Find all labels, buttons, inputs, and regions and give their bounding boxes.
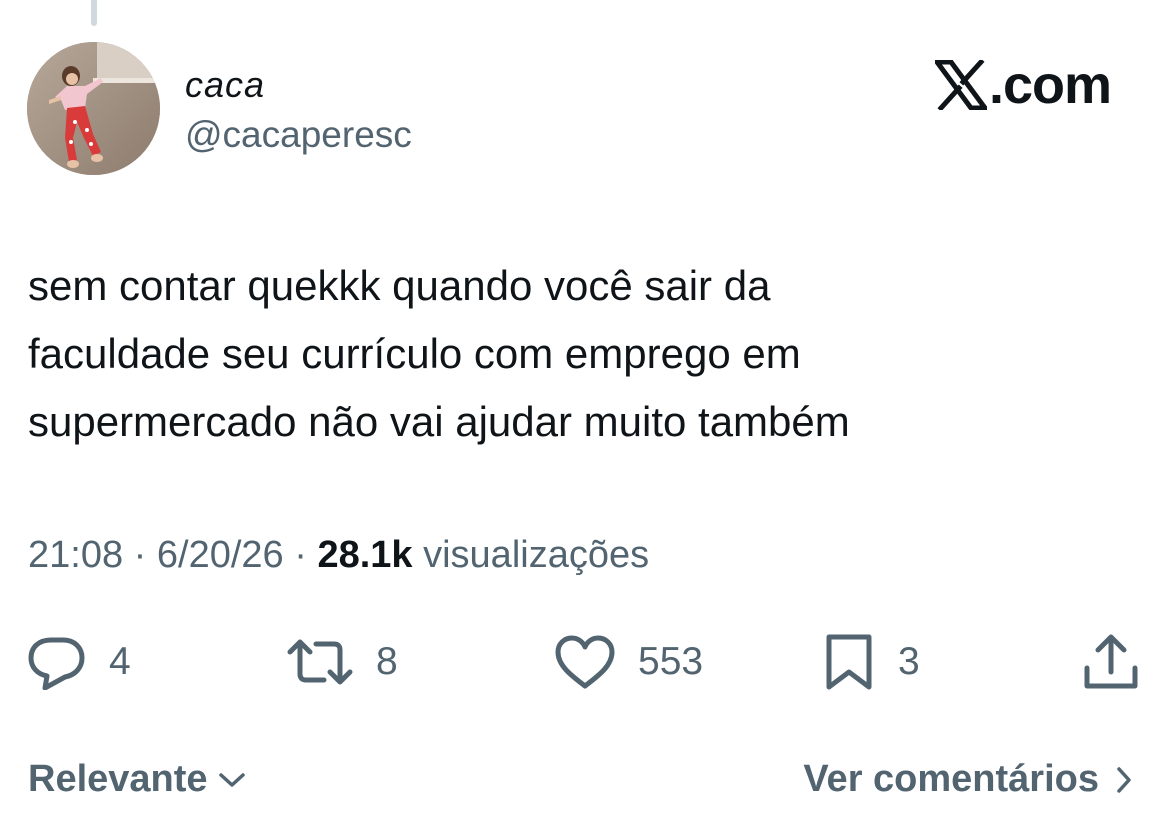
bookmark-button[interactable]: 3 [822,632,920,692]
like-button[interactable]: 553 [554,632,703,692]
bookmark-count: 3 [898,640,920,683]
views-label: visualizações [423,534,650,576]
share-button[interactable] [1082,632,1140,692]
thread-connector-line [91,0,97,26]
retweet-icon [287,639,353,685]
views-count: 28.1k [317,534,413,576]
tweet-screenshot: caca @cacaperesc .com sem contar quekkk … [0,0,1169,835]
share-icon [1084,634,1138,689]
tweet-text: sem contar quekkk quando você sair da fa… [28,252,1128,456]
x-com-logo: .com [934,54,1112,116]
view-comments-link[interactable]: Ver comentários [803,758,1133,801]
reply-button[interactable]: 4 [27,632,131,692]
author-handle[interactable]: @cacaperesc [185,114,412,156]
chevron-right-icon [1117,766,1131,793]
tweet-time[interactable]: 21:08 [28,534,123,576]
tweet-meta: 21:08 · 6/20/26 · 28.1k visualizações [28,534,649,577]
tweet-actions-bar: 4 8 553 3 [0,632,1169,692]
retweet-button[interactable]: 8 [286,632,398,692]
meta-separator: · [133,534,157,576]
tweet-line: supermercado não vai ajudar muito também [28,398,850,445]
heart-icon [555,635,615,689]
tweet-line: faculdade seu currículo com emprego em [28,330,801,377]
x-logo-icon [934,60,987,110]
sort-label: Relevante [28,758,208,800]
chevron-down-icon [218,772,245,787]
view-comments-label: Ver comentários [803,758,1099,800]
sort-dropdown[interactable]: Relevante [28,758,246,801]
bookmark-icon [826,634,872,690]
reply-count: 4 [109,640,131,683]
avatar-photo [27,42,160,175]
author-display-name[interactable]: caca [185,64,265,106]
avatar[interactable] [27,42,160,175]
tweet-date[interactable]: 6/20/26 [157,534,284,576]
reply-icon [28,637,85,690]
meta-separator: · [294,534,318,576]
brand-domain-text: .com [988,55,1112,115]
retweet-count: 8 [376,640,398,683]
like-count: 553 [638,640,704,683]
tweet-line: sem contar quekkk quando você sair da [28,262,771,309]
